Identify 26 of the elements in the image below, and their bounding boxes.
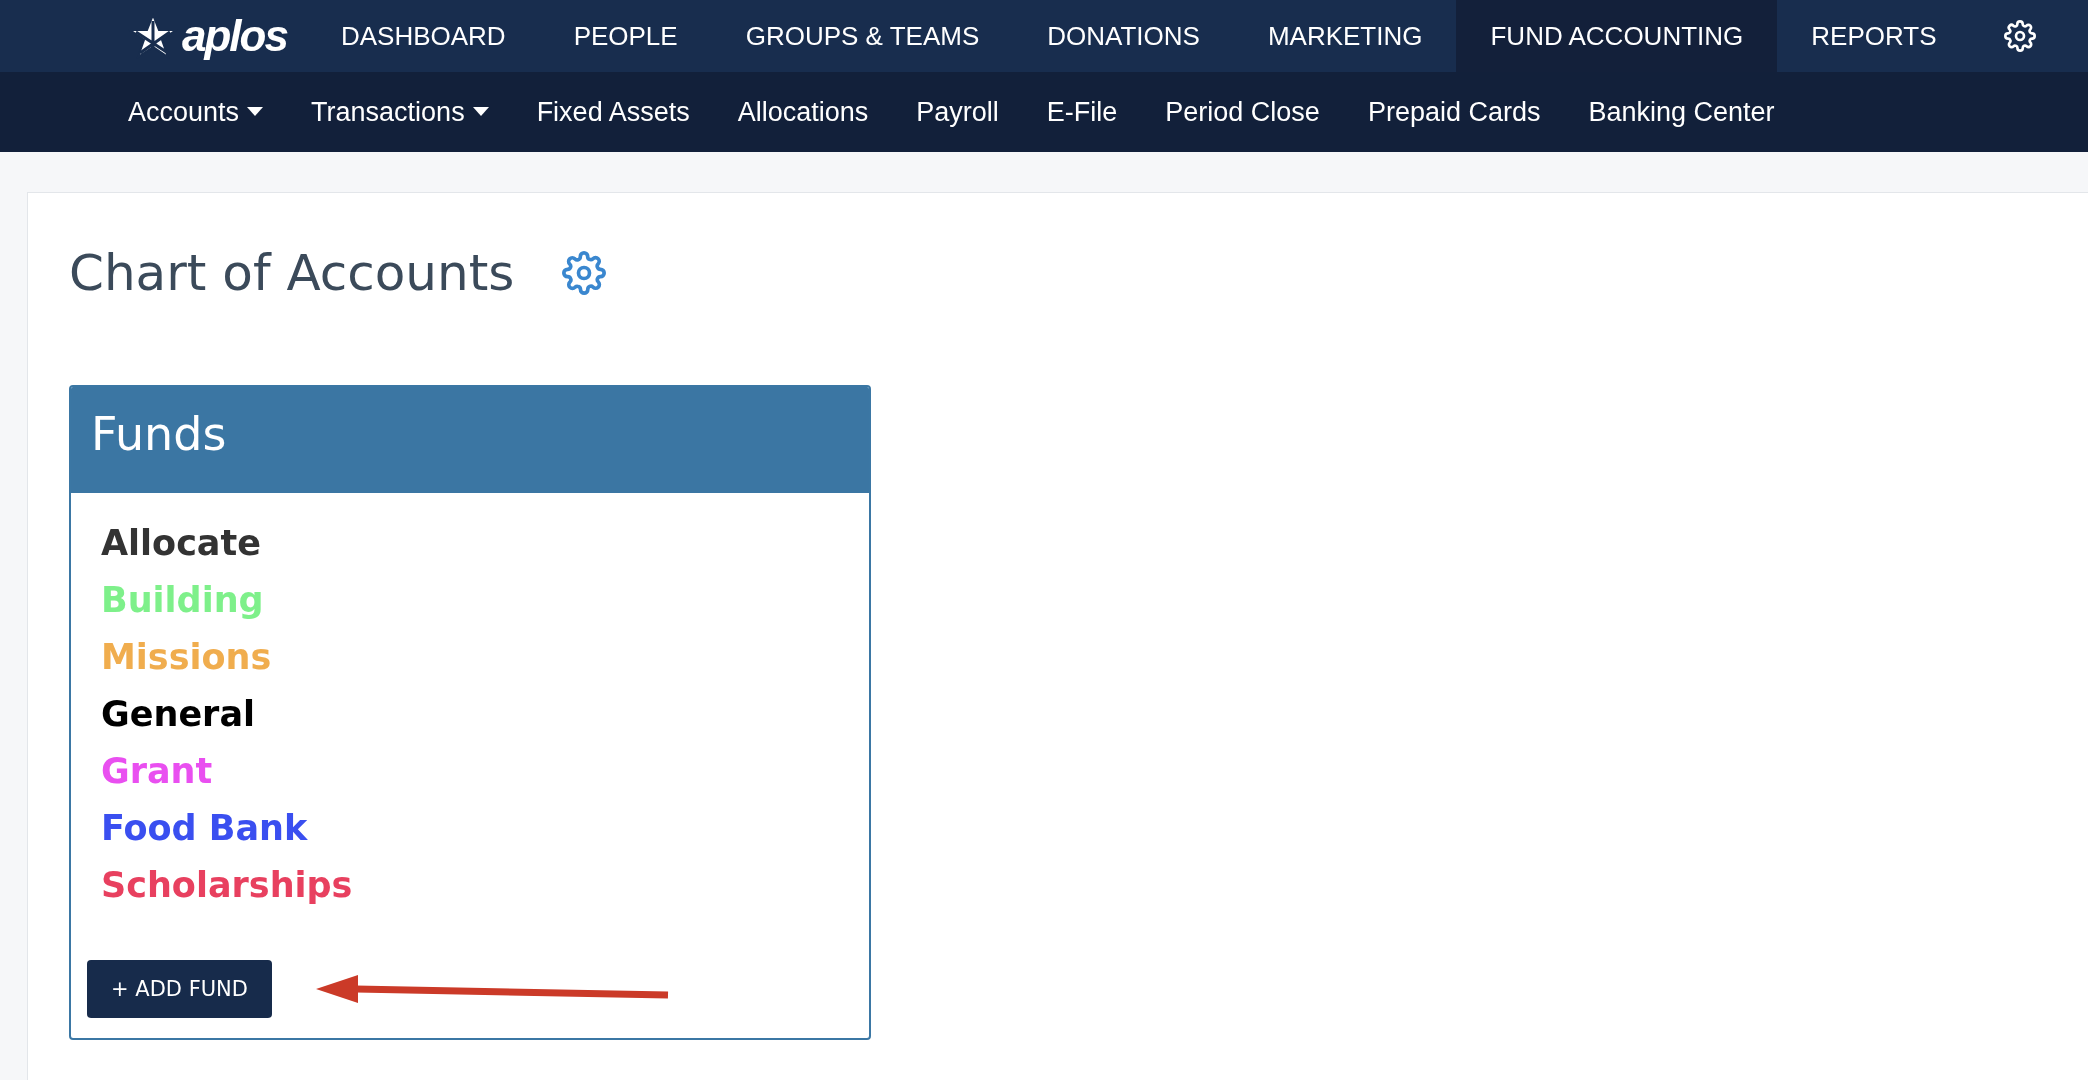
caret-icon [247, 107, 264, 117]
fund-name[interactable]: General [101, 686, 255, 743]
nav-tab[interactable]: FUND ACCOUNTING [1456, 0, 1778, 72]
subnav-link[interactable]: Banking Center [1588, 96, 1775, 128]
logo-text[interactable]: aplos [182, 11, 287, 61]
subnav-link[interactable]: Transactions [311, 96, 489, 128]
subnav-link[interactable]: E-File [1046, 96, 1118, 128]
nav-tab[interactable]: PEOPLE [539, 0, 712, 72]
subnav-link[interactable]: Payroll [916, 96, 999, 128]
subnav-link[interactable]: Accounts [128, 96, 264, 128]
subnav-link[interactable]: Allocations [737, 96, 869, 128]
nav-tab[interactable]: DASHBOARD [306, 0, 540, 72]
nav-tab[interactable]: DONATIONS [1013, 0, 1234, 72]
nav-tab[interactable]: REPORTS [1777, 0, 1971, 72]
page-title: Chart of Accounts [69, 244, 515, 302]
fund-name[interactable]: Allocate [101, 515, 261, 572]
subnav-link[interactable]: Prepaid Cards [1367, 96, 1541, 128]
panel-header: Funds [71, 387, 869, 493]
nav-tab[interactable]: MARKETING [1233, 0, 1457, 72]
subnav-link[interactable]: Period Close [1165, 96, 1320, 128]
caret-icon [472, 107, 489, 117]
fund-name[interactable]: Food Bank [101, 800, 308, 857]
fund-name[interactable]: Scholarships [101, 857, 353, 914]
nav-tab[interactable]: GROUPS & TEAMS [711, 0, 1014, 72]
subnav-link[interactable]: Fixed Assets [536, 96, 690, 128]
add-fund-button[interactable]: + ADD FUND [87, 960, 272, 1018]
